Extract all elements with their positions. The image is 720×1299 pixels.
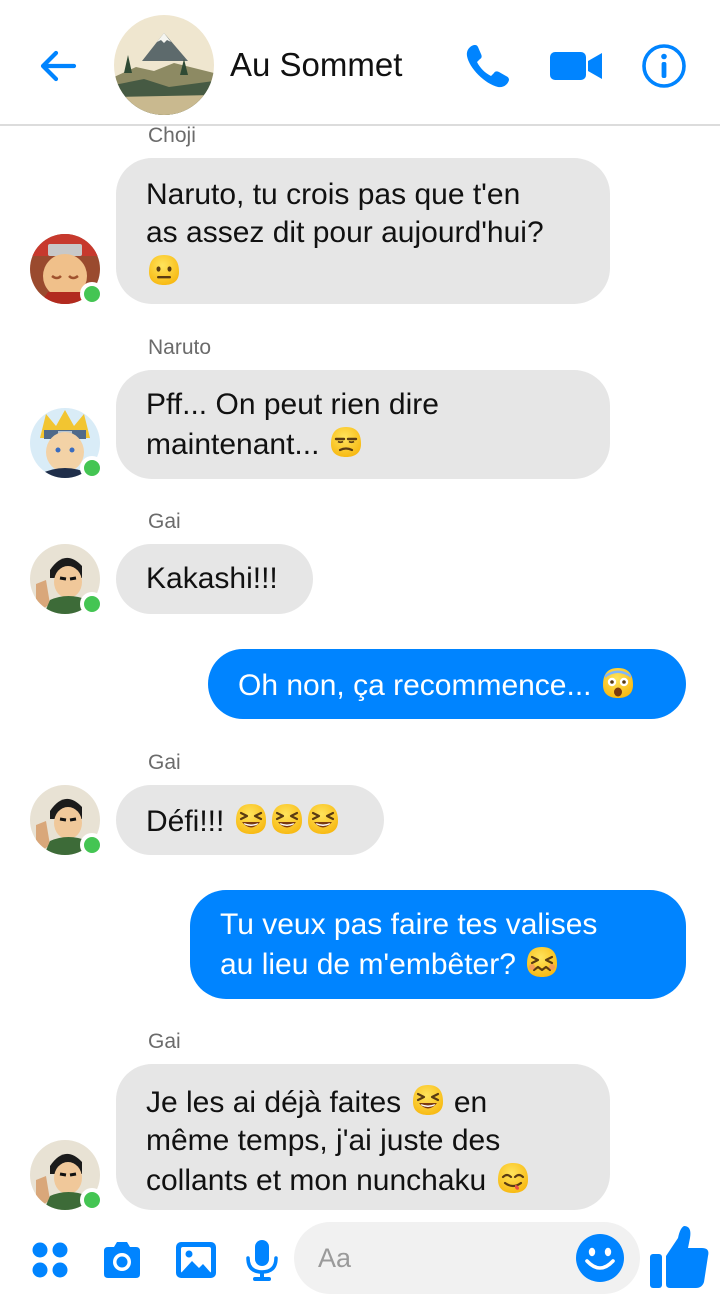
sender-name: Gai (148, 510, 181, 533)
message-bubble-outgoing[interactable]: Oh non, ça recommence... (208, 649, 686, 719)
message-text-line: as assez dit pour aujourd'hui? (146, 216, 544, 249)
avatar-gai[interactable] (30, 544, 104, 616)
smiley-icon[interactable] (574, 1232, 626, 1284)
back-arrow-icon[interactable] (34, 42, 82, 90)
camera-icon[interactable] (98, 1236, 146, 1284)
message-text-line: Oh non, ça recommence... (238, 669, 592, 702)
message-text-line: même temps, j'ai juste des (146, 1124, 501, 1157)
message-text-line: Je les ai déjà faites (146, 1086, 402, 1119)
group-avatar[interactable] (114, 15, 214, 115)
info-icon[interactable] (636, 38, 692, 94)
online-status-dot (80, 282, 104, 306)
video-camera-icon[interactable] (548, 38, 604, 94)
sender-name: Naruto (148, 336, 212, 359)
message-text-line: Kakashi!!! (146, 562, 278, 595)
sender-name: Gai (148, 1030, 181, 1053)
conversation-header: Au Sommet (0, 0, 720, 126)
online-status-dot (80, 456, 104, 480)
squinting-grin-emoji (305, 801, 341, 837)
unamused-face-emoji (328, 424, 364, 460)
thumbs-up-icon[interactable] (646, 1222, 712, 1292)
neutral-face-emoji (146, 252, 182, 288)
message-bubble-incoming[interactable]: Pff... On peut rien dire maintenant... (116, 370, 610, 479)
message-text-line: collants et mon nunchaku (146, 1164, 487, 1197)
message-text-line: Pff... On peut rien dire (146, 388, 439, 421)
squinting-grin-emoji (410, 1082, 446, 1118)
message-text-line: Défi!!! (146, 805, 225, 838)
screaming-face-emoji (600, 665, 636, 701)
message-text-line: maintenant... (146, 428, 320, 461)
message-text-line: Tu veux pas faire tes valises (220, 908, 598, 941)
confounded-face-emoji (524, 944, 560, 980)
squinting-grin-emoji (269, 801, 305, 837)
avatar-choji[interactable] (30, 234, 104, 306)
avatar-gai[interactable] (30, 785, 104, 857)
sender-name: Gai (148, 751, 181, 774)
avatar-naruto[interactable] (30, 408, 104, 480)
apps-grid-icon[interactable] (26, 1236, 74, 1284)
phone-icon[interactable] (460, 38, 516, 94)
message-bubble-incoming[interactable]: Défi!!! (116, 785, 384, 855)
message-text-line: Naruto, tu crois pas que t'en (146, 178, 521, 211)
online-status-dot (80, 1188, 104, 1212)
message-text-line: en (453, 1086, 488, 1119)
message-bubble-incoming[interactable]: Naruto, tu crois pas que t'en as assez d… (116, 158, 610, 304)
image-icon[interactable] (172, 1236, 220, 1284)
message-text-line: au lieu de m'embêter? (220, 948, 516, 981)
squinting-grin-emoji (233, 801, 269, 837)
online-status-dot (80, 592, 104, 616)
conversation-title[interactable]: Au Sommet (230, 46, 402, 84)
message-bubble-incoming[interactable]: Kakashi!!! (116, 544, 313, 614)
sender-name: Choji (148, 124, 196, 147)
message-composer (0, 1214, 720, 1299)
online-status-dot (80, 833, 104, 857)
savoring-food-emoji (495, 1160, 531, 1196)
microphone-icon[interactable] (238, 1236, 286, 1284)
message-bubble-outgoing[interactable]: Tu veux pas faire tes valises au lieu de… (190, 890, 686, 999)
avatar-gai[interactable] (30, 1140, 104, 1212)
message-bubble-incoming[interactable]: Je les ai déjà faites en même temps, j'a… (116, 1064, 610, 1210)
